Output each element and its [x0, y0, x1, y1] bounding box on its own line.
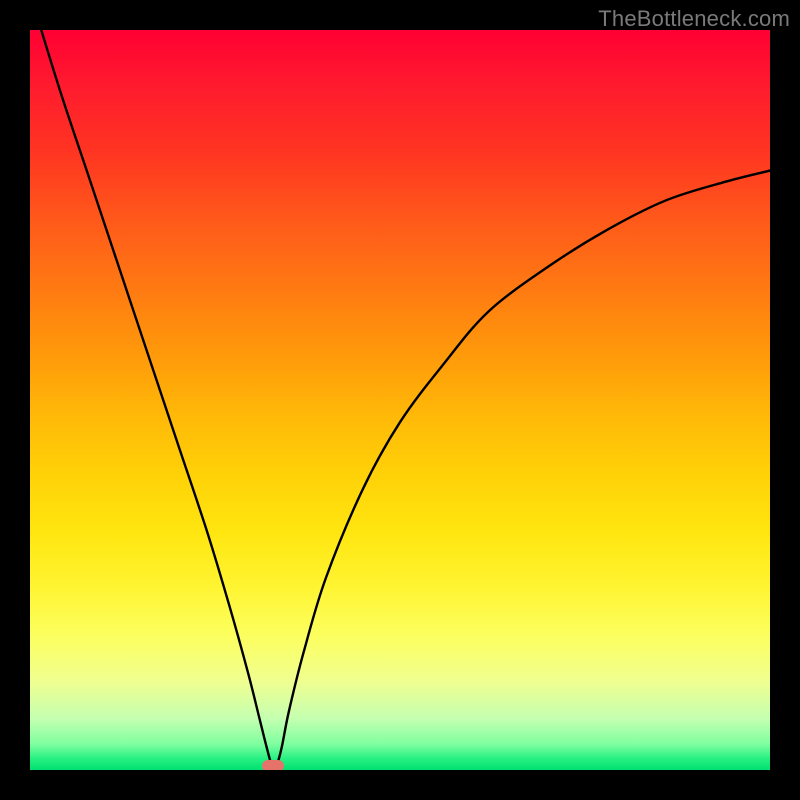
watermark-text: TheBottleneck.com: [598, 6, 790, 32]
plot-area: [30, 30, 770, 770]
bottleneck-curve: [30, 30, 770, 770]
optimal-point-marker: [262, 760, 284, 770]
chart-frame: TheBottleneck.com: [0, 0, 800, 800]
